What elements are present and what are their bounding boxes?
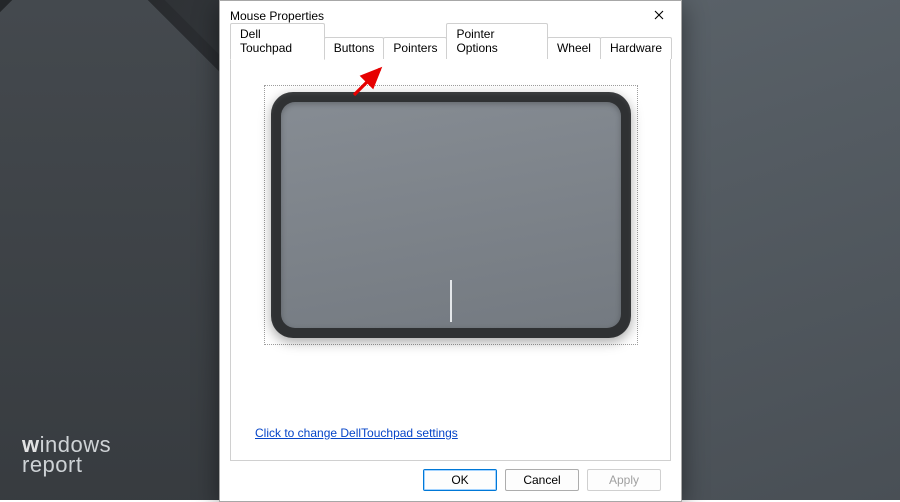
tabstrip: Dell Touchpad Buttons Pointers Pointer O… xyxy=(230,37,671,59)
dialog-button-row: OK Cancel Apply xyxy=(230,461,671,491)
mouse-properties-dialog: Mouse Properties Dell Touchpad Buttons P… xyxy=(219,0,682,502)
tab-label: Pointer Options xyxy=(456,27,497,55)
tab-dell-touchpad[interactable]: Dell Touchpad xyxy=(230,23,325,60)
ok-button[interactable]: OK xyxy=(423,469,497,491)
tab-label: Dell Touchpad xyxy=(240,27,292,55)
tab-label: Pointers xyxy=(393,41,437,55)
touchpad-preview-frame xyxy=(264,85,638,345)
tab-label: Hardware xyxy=(610,41,662,55)
dialog-client-area: Dell Touchpad Buttons Pointers Pointer O… xyxy=(220,31,681,501)
touchpad-outer xyxy=(271,92,631,338)
tab-hardware[interactable]: Hardware xyxy=(600,37,672,59)
tab-buttons[interactable]: Buttons xyxy=(324,37,385,59)
tab-page-dell-touchpad: Click to change DellTouchpad settings xyxy=(230,59,671,461)
apply-button: Apply xyxy=(587,469,661,491)
touchpad-surface xyxy=(281,102,621,328)
tab-label: Buttons xyxy=(334,41,375,55)
tab-label: Wheel xyxy=(557,41,591,55)
watermark-logo: windows report xyxy=(22,434,111,476)
close-icon xyxy=(654,9,664,23)
dialog-title: Mouse Properties xyxy=(230,9,637,23)
cancel-button[interactable]: Cancel xyxy=(505,469,579,491)
tab-pointer-options[interactable]: Pointer Options xyxy=(446,23,548,59)
tab-wheel[interactable]: Wheel xyxy=(547,37,601,59)
change-touchpad-settings-link[interactable]: Click to change DellTouchpad settings xyxy=(255,426,458,440)
close-button[interactable] xyxy=(637,1,681,31)
tab-pointers[interactable]: Pointers xyxy=(383,37,447,59)
touchpad-button-divider xyxy=(450,280,452,322)
